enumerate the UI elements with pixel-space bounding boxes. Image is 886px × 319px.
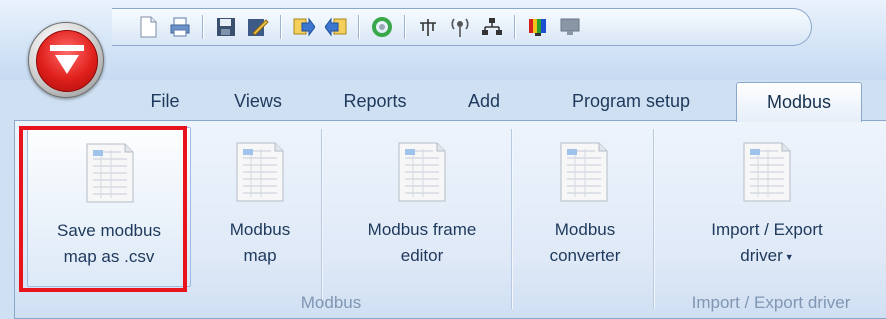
toolbar-separator xyxy=(514,15,516,39)
tab-file[interactable]: File xyxy=(140,86,190,120)
app-logo-icon xyxy=(36,30,98,92)
ribbon-tabs: File Views Reports Add Program setup Mod… xyxy=(0,80,886,122)
monitor-icon[interactable] xyxy=(556,13,584,41)
modbus-converter-button[interactable]: Modbus converter xyxy=(521,127,649,287)
group-label-modbus: Modbus xyxy=(300,293,362,312)
modbus-frame-editor-button[interactable]: Modbus frame editor xyxy=(329,127,515,287)
import-export-driver-button[interactable]: Import / Export driver ▼ xyxy=(667,127,867,287)
button-label: Save modbus map as .csv xyxy=(57,221,161,266)
refresh-icon[interactable] xyxy=(368,13,396,41)
print-icon[interactable] xyxy=(166,13,194,41)
new-document-icon[interactable] xyxy=(134,13,162,41)
save-modbus-map-csv-button[interactable]: Save modbus map as .csv xyxy=(27,127,191,287)
tab-reports[interactable]: Reports xyxy=(328,86,422,120)
tab-modbus[interactable]: Modbus xyxy=(736,82,862,122)
button-label: Modbus frame editor xyxy=(367,220,477,265)
group-separator xyxy=(653,129,655,309)
antenna-icon[interactable] xyxy=(446,13,474,41)
application-menu-button[interactable] xyxy=(28,22,104,98)
button-label-text: Import / Export driver xyxy=(711,220,823,265)
edit-icon[interactable] xyxy=(244,13,272,41)
modbus-map-button[interactable]: Modbus map xyxy=(205,127,315,287)
export-icon[interactable] xyxy=(290,13,318,41)
tree-icon[interactable] xyxy=(414,13,442,41)
toolbar-separator xyxy=(358,15,360,39)
document-icon xyxy=(560,142,608,202)
tab-program-setup[interactable]: Program setup xyxy=(546,86,716,120)
document-icon xyxy=(236,142,284,202)
document-icon xyxy=(398,142,446,202)
quick-access-toolbar xyxy=(112,8,812,46)
ribbon-panel: Save modbus map as .csv Modbus map Modbu… xyxy=(14,120,886,319)
button-separator xyxy=(511,129,513,309)
tab-add[interactable]: Add xyxy=(458,86,510,120)
toolbar-separator xyxy=(280,15,282,39)
button-label: Modbus map xyxy=(229,220,291,265)
toolbar-separator xyxy=(202,15,204,39)
button-label: Modbus converter xyxy=(549,220,621,265)
save-icon[interactable] xyxy=(212,13,240,41)
document-icon xyxy=(86,143,134,203)
import-icon[interactable] xyxy=(322,13,350,41)
toolbar-separator xyxy=(404,15,406,39)
document-icon xyxy=(743,142,791,202)
group-label-import-export-driver: Import / Export driver xyxy=(691,293,851,312)
button-separator xyxy=(321,129,323,309)
dropdown-arrow-icon: ▼ xyxy=(784,251,794,262)
network-icon[interactable] xyxy=(478,13,506,41)
tab-views[interactable]: Views xyxy=(222,86,294,120)
button-label: Import / Export driver ▼ xyxy=(667,217,867,270)
color-palette-icon[interactable] xyxy=(524,13,552,41)
